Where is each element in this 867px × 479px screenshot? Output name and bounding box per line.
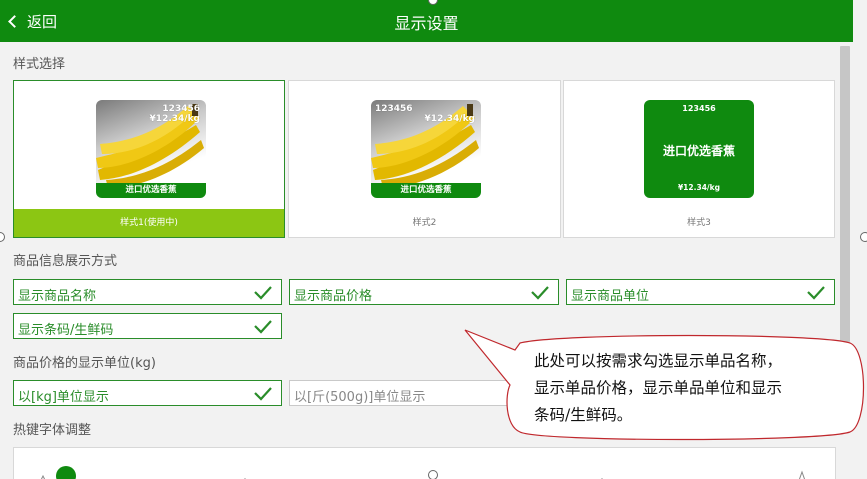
checkmark-icon — [254, 286, 272, 300]
style1-caption: 样式1(使用中) — [14, 209, 284, 237]
section-hotkey-font: 热键字体调整 — [13, 423, 92, 438]
style2-caption: 样式2 — [412, 218, 437, 228]
checkmark-icon — [531, 286, 549, 300]
option-unit-kg-label: 以[kg]单位显示 — [18, 390, 109, 405]
section-style-select: 样式选择 — [13, 57, 66, 72]
callout-line-3: 条码/生鲜码。 — [534, 406, 633, 424]
style2-code: 123456 — [375, 104, 413, 114]
style-card-3[interactable]: 123456 进口优选香蕉 ¥12.34/kg 样式3 — [563, 80, 835, 238]
checkmark-icon — [254, 320, 272, 334]
style1-preview: 123456 ¥12.34/kg 进口优选香蕉 — [96, 100, 206, 198]
style-card-1[interactable]: 123456 ¥12.34/kg 进口优选香蕉 样式1(使用中) — [13, 80, 285, 238]
option-show-unit[interactable]: 显示商品单位 — [566, 279, 835, 305]
style1-code: 123456 — [162, 104, 200, 114]
scrollbar-thumb[interactable] — [840, 46, 850, 342]
font-size-slider[interactable] — [13, 447, 836, 479]
option-show-unit-label: 显示商品单位 — [571, 289, 650, 304]
option-unit-kg[interactable]: 以[kg]单位显示 — [13, 380, 282, 406]
checkmark-icon — [807, 286, 825, 300]
style-card-2[interactable]: 123456 ¥12.34/kg 进口优选香蕉 样式2 — [288, 80, 561, 238]
option-show-price[interactable]: 显示商品价格 — [289, 279, 559, 305]
section-info-display: 商品信息展示方式 — [13, 254, 118, 269]
checkmark-icon — [254, 387, 272, 401]
callout-line-1: 此处可以按需求勾选显示单品名称， — [534, 352, 783, 370]
section-price-unit: 商品价格的显示单位(kg) — [13, 356, 156, 371]
frame-handle — [428, 470, 438, 479]
style3-name: 进口优选香蕉 — [662, 144, 735, 158]
style2-price: ¥12.34/kg — [424, 114, 475, 124]
page-title: 显示设置 — [394, 14, 459, 33]
option-show-barcode[interactable]: 显示条码/生鲜码 — [13, 313, 282, 339]
top-bar: 返回 显示设置 — [0, 0, 853, 42]
option-unit-jin[interactable]: 以[斤(500g)]单位显示 — [289, 380, 559, 406]
option-unit-jin-label: 以[斤(500g)]单位显示 — [294, 390, 426, 405]
style2-name: 进口优选香蕉 — [371, 183, 481, 198]
style2-preview: 123456 ¥12.34/kg 进口优选香蕉 — [371, 100, 481, 198]
callout-text: 此处可以按需求勾选显示单品名称， 显示单品价格，显示单品单位和显示 条码/生鲜码… — [534, 348, 854, 429]
slider-knob[interactable] — [56, 466, 76, 479]
option-show-barcode-label: 显示条码/生鲜码 — [18, 323, 114, 338]
style3-code: 123456 — [682, 104, 716, 113]
option-show-name-label: 显示商品名称 — [18, 289, 97, 304]
style1-price: ¥12.34/kg — [149, 114, 200, 124]
style3-preview: 123456 进口优选香蕉 ¥12.34/kg — [644, 100, 754, 198]
style3-caption: 样式3 — [687, 218, 711, 228]
option-show-name[interactable]: 显示商品名称 — [13, 279, 282, 305]
frame-handle — [860, 232, 867, 242]
slider-track — [40, 470, 806, 479]
style3-price: ¥12.34/kg — [677, 183, 721, 192]
style1-name: 进口优选香蕉 — [96, 183, 206, 198]
display-settings-screen: 返回 显示设置 样式选择 123456 ¥12.34/kg 进口优选香蕉 样式1… — [0, 0, 867, 479]
callout-line-2: 显示单品价格，显示单品单位和显示 — [534, 379, 783, 397]
option-show-price-label: 显示商品价格 — [294, 289, 373, 304]
